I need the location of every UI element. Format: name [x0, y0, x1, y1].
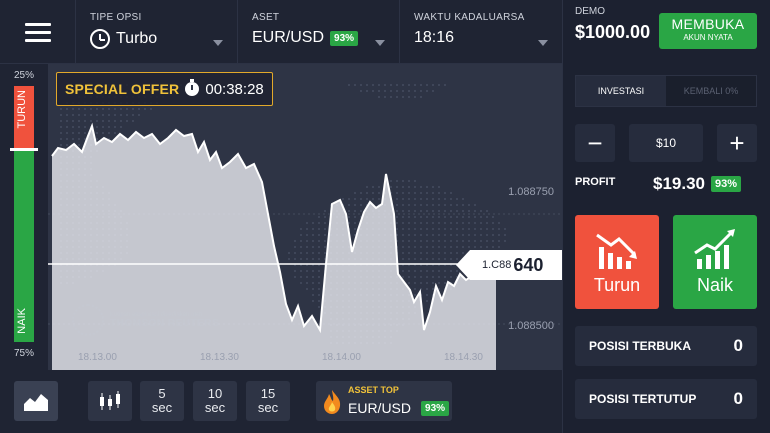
- tab-investasi[interactable]: INVESTASI: [576, 76, 666, 106]
- sentiment-divider: [10, 148, 38, 151]
- closed-positions-row[interactable]: POSISI TERTUTUP 0: [575, 379, 757, 419]
- stopwatch-icon: [185, 79, 200, 96]
- asset-payout-badge: 93%: [330, 30, 359, 46]
- open-positions-count: 0: [733, 336, 743, 355]
- x-axis-label: 18.14.30: [444, 352, 483, 363]
- expiry-value: 18:16: [414, 29, 455, 46]
- candlestick-icon: [100, 391, 120, 410]
- open-real-account-button[interactable]: MEMBUKA AKUN NYATA: [659, 13, 757, 49]
- thomson-reuters-watermark: Kutipan eksplorasi disediakan oleh THOMS…: [72, 304, 219, 336]
- special-offer-banner[interactable]: SPECIAL OFFER 00:38:28: [56, 72, 273, 106]
- timeframe-10sec-button[interactable]: 10 sec: [193, 381, 237, 421]
- special-offer-countdown: 00:38:28: [205, 80, 264, 98]
- area-chart-button[interactable]: [14, 381, 58, 421]
- closed-positions-label: POSISI TERTUTUP: [589, 392, 697, 406]
- top-bar: TIPE OPSI Turbo ASET EUR/USD 93% WAKTU KA…: [0, 0, 562, 64]
- x-axis-label: 18.14.00: [322, 352, 361, 363]
- x-axis-label: 18.13.30: [200, 352, 239, 363]
- asset-top-card[interactable]: ASSET TOP EUR/USD 93%: [316, 381, 452, 421]
- invest-tabs: INVESTASI KEMBALI 0%: [575, 75, 757, 107]
- timeframe-unit: sec: [151, 400, 173, 415]
- asset-top-label: ASSET TOP: [348, 385, 399, 395]
- chevron-down-icon: [213, 40, 223, 46]
- sentiment-down-label: TURUN: [16, 90, 28, 129]
- chevron-down-icon: [375, 40, 385, 46]
- timeframe-value: 10: [207, 386, 223, 401]
- current-price-prefix: 1.C88: [482, 259, 512, 271]
- sentiment-bottom-percent: 75%: [14, 348, 35, 359]
- trade-down-button[interactable]: Turun: [575, 215, 659, 309]
- expiry-selector[interactable]: WAKTU KADALUARSA 18:16: [400, 0, 562, 64]
- trade-panel: DEMO $1000.00 MEMBUKA AKUN NYATA INVESTA…: [562, 0, 770, 433]
- asset-value: EUR/USD: [252, 29, 325, 46]
- profit-percent-badge: 93%: [711, 176, 742, 192]
- sentiment-top-percent: 25%: [14, 70, 35, 81]
- option-type-label: TIPE OPSI: [90, 12, 142, 23]
- chart-up-icon: [694, 229, 735, 269]
- timeframe-value: 5: [158, 386, 166, 401]
- timeframe-unit: sec: [204, 400, 226, 415]
- asset-selector[interactable]: ASET EUR/USD 93%: [238, 0, 400, 64]
- account-mode-label: DEMO: [575, 6, 605, 17]
- trade-up-button[interactable]: Naik: [673, 215, 757, 309]
- expiry-label: WAKTU KADALUARSA: [414, 12, 525, 23]
- trade-down-label: Turun: [593, 275, 641, 295]
- chevron-down-icon: [538, 40, 548, 46]
- current-price-suffix: 640: [513, 254, 544, 275]
- decrease-amount-button[interactable]: −: [575, 124, 615, 162]
- asset-label: ASET: [252, 12, 280, 23]
- tab-kembali[interactable]: KEMBALI 0%: [666, 76, 756, 106]
- y-axis-label: 1.088500: [508, 320, 554, 332]
- open-account-line2: AKUN NYATA: [683, 33, 733, 42]
- bottom-toolbar: 5 sec 10 sec 15 sec ASSET TOP EUR/USD 93…: [0, 370, 562, 433]
- clock-icon: [90, 29, 110, 49]
- option-type-value: Turbo: [116, 30, 158, 47]
- trade-up-label: Naik: [696, 275, 733, 295]
- open-positions-row[interactable]: POSISI TERBUKA 0: [575, 326, 757, 366]
- chart-down-icon: [596, 233, 637, 269]
- chart-area[interactable]: 25% TURUN NAIK 75% SPECIAL OFFER 00:38:2…: [0, 64, 562, 370]
- open-positions-label: POSISI TERBUKA: [589, 339, 692, 353]
- current-price-tag: 1.C88 640: [456, 250, 562, 280]
- asset-top-asset: EUR/USD: [348, 400, 412, 416]
- closed-positions-count: 0: [733, 389, 743, 408]
- timeframe-15sec-button[interactable]: 15 sec: [246, 381, 290, 421]
- y-axis-label: 1.088750: [508, 186, 554, 198]
- timeframe-5sec-button[interactable]: 5 sec: [140, 381, 184, 421]
- increase-amount-button[interactable]: +: [717, 124, 757, 162]
- option-type-selector[interactable]: TIPE OPSI Turbo: [76, 0, 238, 64]
- flame-icon: [324, 390, 341, 414]
- account-balance: $1000.00: [575, 22, 651, 42]
- special-offer-title: SPECIAL OFFER: [65, 81, 180, 97]
- investment-amount-input[interactable]: $10: [629, 124, 703, 162]
- watermark-brand: THOMSON REUTERS: [110, 317, 220, 329]
- timeframe-value: 15: [260, 386, 276, 401]
- sentiment-panel: 25% TURUN NAIK 75%: [0, 64, 48, 370]
- open-account-line1: MEMBUKA: [671, 16, 745, 32]
- candlestick-chart-button[interactable]: [88, 381, 132, 421]
- x-axis-label: 18.13.00: [78, 352, 117, 363]
- hamburger-menu-icon[interactable]: [0, 0, 76, 64]
- timeframe-unit: sec: [257, 400, 279, 415]
- profit-label: PROFIT: [575, 176, 616, 188]
- area-chart-icon: [24, 394, 48, 411]
- asset-top-payout-badge: 93%: [421, 400, 450, 416]
- profit-value: $19.30: [653, 174, 705, 193]
- reuters-logo-icon: [72, 304, 104, 336]
- sentiment-up-label: NAIK: [16, 308, 28, 334]
- sentiment-bar: TURUN NAIK: [10, 86, 38, 342]
